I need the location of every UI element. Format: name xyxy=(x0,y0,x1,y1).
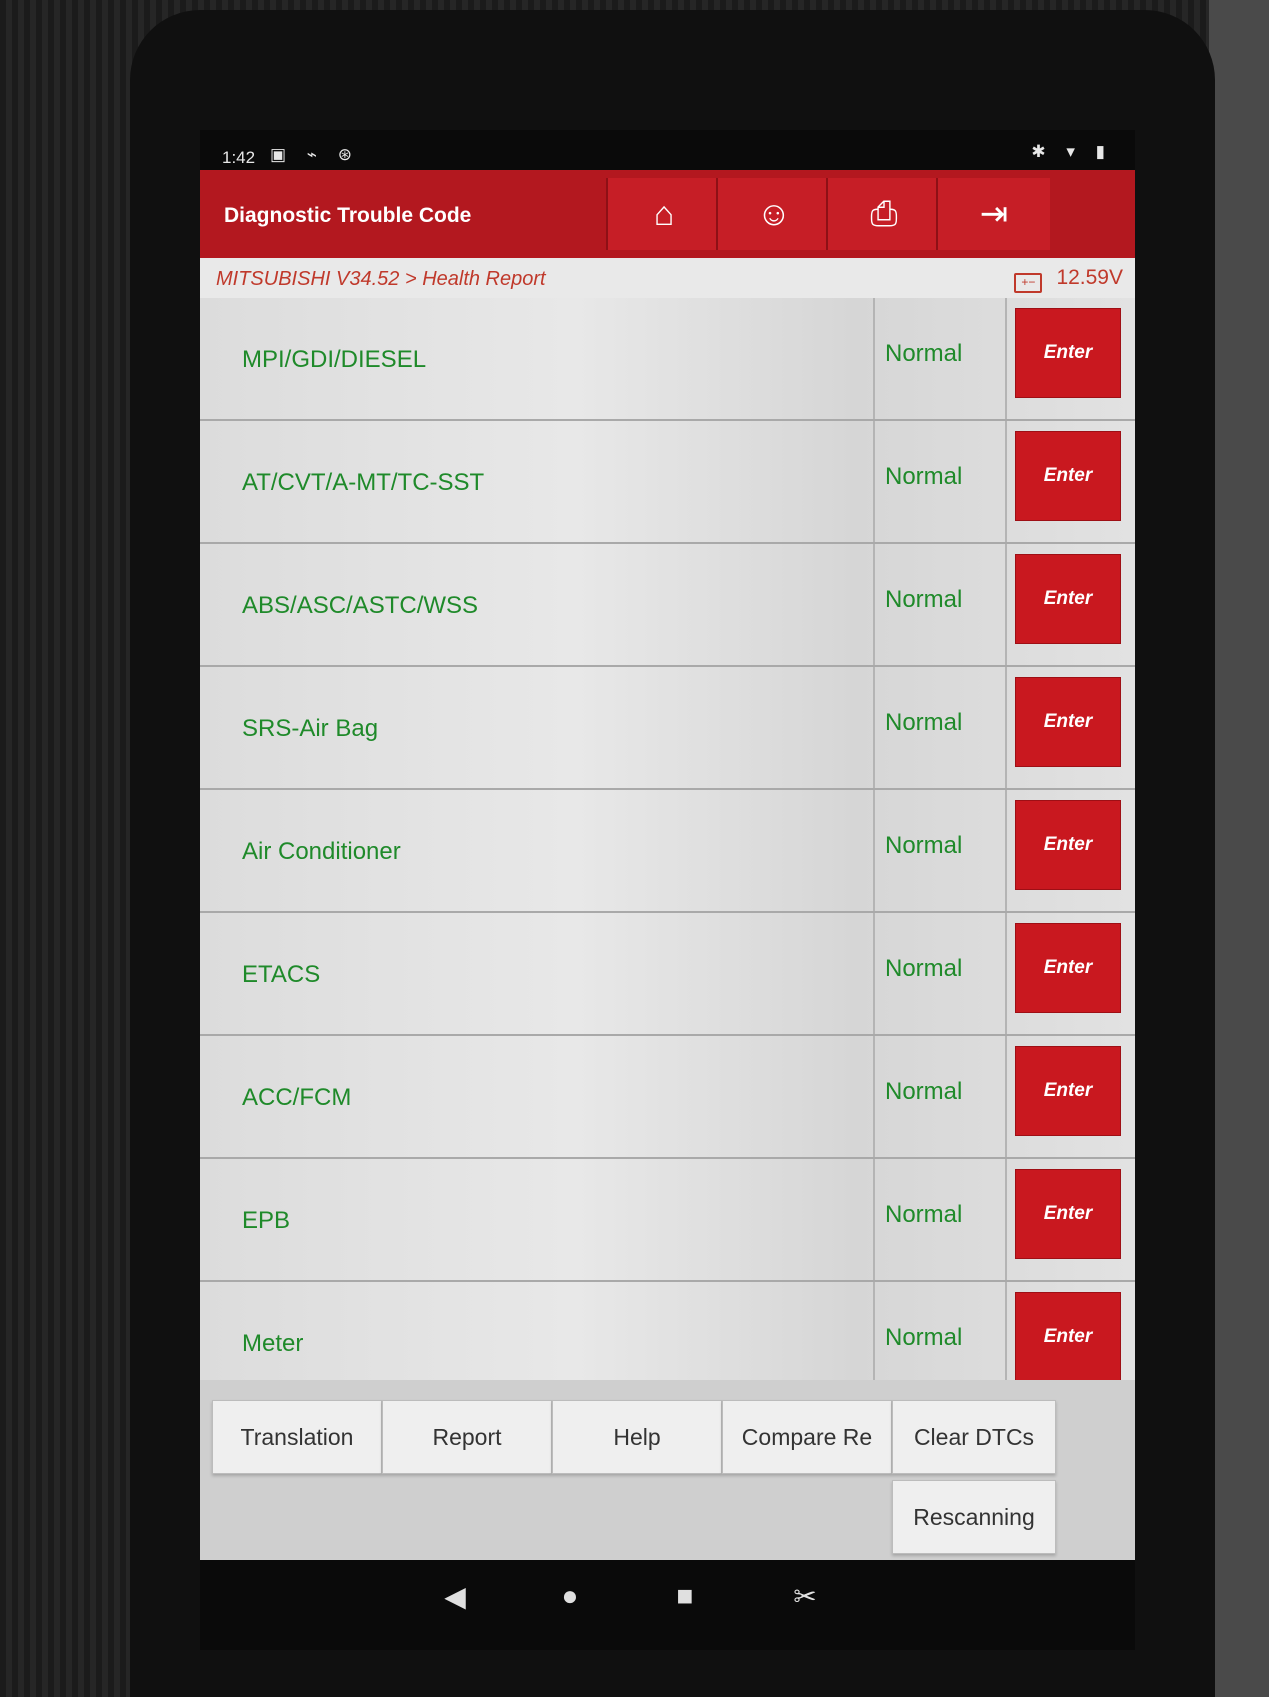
vci-icon: ⊛ xyxy=(337,145,361,164)
system-status: Normal xyxy=(885,586,963,613)
column-divider xyxy=(1005,421,1007,542)
exit-button[interactable]: ⇥ xyxy=(936,178,1050,250)
enter-button[interactable]: Enter xyxy=(1015,1046,1121,1136)
column-divider xyxy=(873,298,875,419)
column-divider xyxy=(1005,667,1007,788)
enter-button[interactable]: Enter xyxy=(1015,800,1121,890)
system-name: ACC/FCM xyxy=(242,1084,352,1111)
usb-icon: ⌁ xyxy=(306,145,326,164)
table-row: ABS/ASC/ASTC/WSS Normal Enter xyxy=(200,544,1135,667)
table-row: AT/CVT/A-MT/TC-SST Normal Enter xyxy=(200,421,1135,544)
system-status: Normal xyxy=(885,832,963,859)
system-status: Normal xyxy=(885,1078,963,1105)
column-divider xyxy=(873,1159,875,1280)
column-divider xyxy=(1005,298,1007,419)
report-button[interactable]: Report xyxy=(382,1400,552,1474)
column-divider xyxy=(1005,1036,1007,1157)
app-window: Diagnostic Trouble Code ⌂ ☺ ⎙ ⇥ MITSUBIS… xyxy=(200,170,1135,1560)
table-row: ETACS Normal Enter xyxy=(200,913,1135,1036)
bluetooth-icon: ✱ xyxy=(1031,142,1054,161)
enter-button[interactable]: Enter xyxy=(1015,923,1121,1013)
page-title: Diagnostic Trouble Code xyxy=(224,204,472,227)
column-divider xyxy=(1005,790,1007,911)
battery-voltage-icon: +− xyxy=(1014,273,1043,293)
screenshot-icon[interactable]: ✂ xyxy=(785,1580,825,1613)
breadcrumb: MITSUBISHI V34.52 > Health Report +− 12.5… xyxy=(200,258,1135,299)
user-button[interactable]: ☺ xyxy=(716,178,830,250)
compare-report-button[interactable]: Compare Re xyxy=(722,1400,892,1474)
enter-button[interactable]: Enter xyxy=(1015,1292,1121,1382)
table-row: SRS-Air Bag Normal Enter xyxy=(200,667,1135,790)
device-case-edge xyxy=(1209,0,1269,1697)
battery-icon: ▮ xyxy=(1095,142,1113,161)
android-nav-bar: ◀ ● ■ ✂ xyxy=(200,1560,1135,1630)
home-button[interactable]: ⌂ xyxy=(606,178,720,250)
column-divider xyxy=(1005,1159,1007,1280)
system-name: MPI/GDI/DIESEL xyxy=(242,346,427,373)
status-bar: 1:42 ▣ ⌁ ⊛ ✱ ▾ ▮ xyxy=(200,130,1135,170)
print-icon: ⎙ xyxy=(870,194,898,233)
app-header: Diagnostic Trouble Code ⌂ ☺ ⎙ ⇥ xyxy=(200,170,1135,258)
column-divider xyxy=(873,913,875,1034)
translation-button[interactable]: Translation xyxy=(212,1400,382,1474)
home-nav-icon[interactable]: ● xyxy=(550,1580,590,1612)
table-row: MPI/GDI/DIESEL Normal Enter xyxy=(200,298,1135,421)
clear-dtcs-button[interactable]: Clear DTCs xyxy=(892,1400,1056,1474)
column-divider xyxy=(1005,913,1007,1034)
system-status: Normal xyxy=(885,955,963,982)
system-status: Normal xyxy=(885,340,963,367)
system-name: Air Conditioner xyxy=(242,838,401,865)
column-divider xyxy=(873,1036,875,1157)
enter-button[interactable]: Enter xyxy=(1015,1169,1121,1259)
column-divider xyxy=(1005,544,1007,665)
exit-icon: ⇥ xyxy=(979,195,1009,233)
wifi-icon: ▾ xyxy=(1066,142,1083,161)
table-row: Air Conditioner Normal Enter xyxy=(200,790,1135,913)
rescanning-button[interactable]: Rescanning xyxy=(892,1480,1056,1554)
status-time: 1:42 xyxy=(222,148,256,167)
system-name: ETACS xyxy=(242,961,321,988)
enter-button[interactable]: Enter xyxy=(1015,677,1121,767)
breadcrumb-path: MITSUBISHI V34.52 > Health Report xyxy=(216,268,546,290)
system-status: Normal xyxy=(885,1324,963,1351)
column-divider xyxy=(873,790,875,911)
system-status: Normal xyxy=(885,1201,963,1228)
recents-icon[interactable]: ■ xyxy=(665,1580,705,1612)
home-icon: ⌂ xyxy=(653,194,675,233)
table-row: EPB Normal Enter xyxy=(200,1159,1135,1282)
column-divider xyxy=(873,421,875,542)
enter-button[interactable]: Enter xyxy=(1015,308,1121,398)
enter-button[interactable]: Enter xyxy=(1015,554,1121,644)
user-icon: ☺ xyxy=(756,194,792,233)
system-status: Normal xyxy=(885,709,963,736)
column-divider xyxy=(873,544,875,665)
back-icon[interactable]: ◀ xyxy=(435,1580,475,1613)
image-icon: ▣ xyxy=(270,145,295,164)
system-name: SRS-Air Bag xyxy=(242,715,379,742)
voltage-readout: +− 12.59V xyxy=(1014,266,1123,293)
system-name: AT/CVT/A-MT/TC-SST xyxy=(242,469,485,496)
status-left-icons: ▣ ⌁ ⊛ xyxy=(270,145,360,165)
table-row: ACC/FCM Normal Enter xyxy=(200,1036,1135,1159)
bottom-toolbar: Translation Report Help Compare Re Clear… xyxy=(200,1380,1135,1560)
system-name: EPB xyxy=(242,1207,291,1234)
system-list: MPI/GDI/DIESEL Normal Enter AT/CVT/A-MT/TC-… xyxy=(200,298,1135,1405)
system-status: Normal xyxy=(885,463,963,490)
enter-button[interactable]: Enter xyxy=(1015,431,1121,521)
system-name: ABS/ASC/ASTC/WSS xyxy=(242,592,479,619)
system-name: Meter xyxy=(242,1330,304,1357)
status-right-icons: ✱ ▾ ▮ xyxy=(1031,142,1113,162)
print-button[interactable]: ⎙ xyxy=(826,178,940,250)
column-divider xyxy=(873,667,875,788)
help-button[interactable]: Help xyxy=(552,1400,722,1474)
voltage-value: 12.59V xyxy=(1056,266,1123,289)
